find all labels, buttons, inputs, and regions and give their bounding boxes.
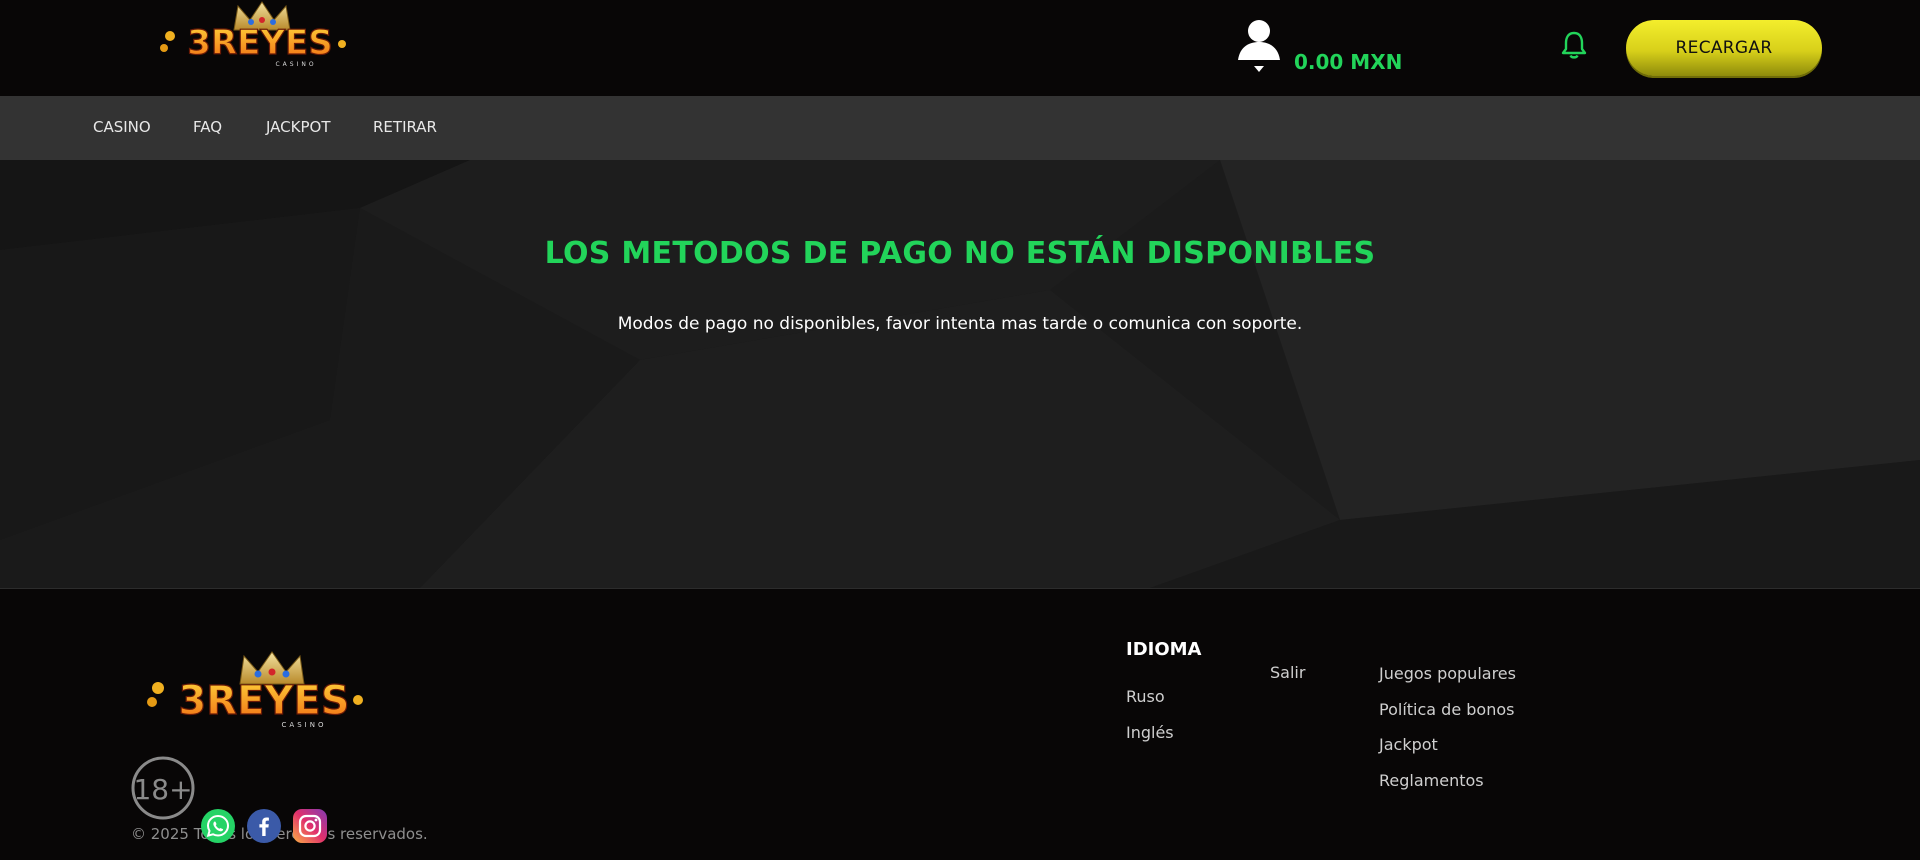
svg-text:3REYES: 3REYES — [187, 23, 332, 63]
language-option-ingles[interactable]: Inglés — [1126, 723, 1174, 742]
footer-link-juegos-populares[interactable]: Juegos populares — [1379, 664, 1516, 683]
instagram-icon — [293, 809, 327, 843]
whatsapp-icon — [201, 809, 235, 843]
nav-item-retirar[interactable]: RETIRAR — [373, 118, 437, 136]
svg-text:CASINO: CASINO — [282, 721, 327, 729]
age-restriction-icon: 18+ — [131, 756, 195, 820]
bell-icon[interactable] — [1560, 30, 1588, 60]
user-menu[interactable]: 0.00 MXN — [1236, 14, 1436, 80]
facebook-link[interactable] — [246, 808, 282, 844]
casino-logo[interactable]: 3REYES CASINO — [156, 0, 352, 70]
footer-link-jackpot[interactable]: Jackpot — [1379, 735, 1438, 754]
background-pattern — [0, 160, 1920, 588]
nav-item-casino[interactable]: CASINO — [93, 118, 151, 136]
nav-item-jackpot[interactable]: JACKPOT — [266, 118, 330, 136]
main-nav: CASINO FAQ JACKPOT RETIRAR — [0, 96, 1920, 160]
page-title: LOS METODOS DE PAGO NO ESTÁN DISPONIBLES — [544, 236, 1376, 271]
svg-text:3REYES: 3REYES — [178, 678, 349, 724]
recharge-button[interactable]: RECARGAR — [1626, 20, 1822, 76]
nav-item-faq[interactable]: FAQ — [193, 118, 222, 136]
svg-text:CASINO: CASINO — [275, 61, 316, 68]
svg-text:18+: 18+ — [133, 773, 192, 806]
user-icon[interactable] — [1236, 18, 1282, 60]
unavailable-message: Modos de pago no disponibles, favor inte… — [617, 314, 1303, 334]
caret-down-icon[interactable] — [1254, 66, 1264, 72]
payment-unavailable-section: LOS METODOS DE PAGO NO ESTÁN DISPONIBLES… — [0, 160, 1920, 588]
header: 3REYES CASINO 0.00 MXN RECARGAR — [0, 0, 1920, 96]
language-heading: IDIOMA — [1126, 639, 1202, 660]
language-option-ruso[interactable]: Ruso — [1126, 687, 1165, 706]
footer-link-politica-bonos[interactable]: Política de bonos — [1379, 700, 1514, 719]
whatsapp-link[interactable] — [200, 808, 236, 844]
footer-logo[interactable]: 3REYES CASINO — [144, 648, 370, 732]
facebook-icon — [247, 809, 281, 843]
instagram-link[interactable] — [292, 808, 328, 844]
logout-link[interactable]: Salir — [1270, 663, 1305, 682]
footer-link-reglamentos[interactable]: Reglamentos — [1379, 771, 1484, 790]
balance-amount: 0.00 MXN — [1294, 50, 1403, 74]
